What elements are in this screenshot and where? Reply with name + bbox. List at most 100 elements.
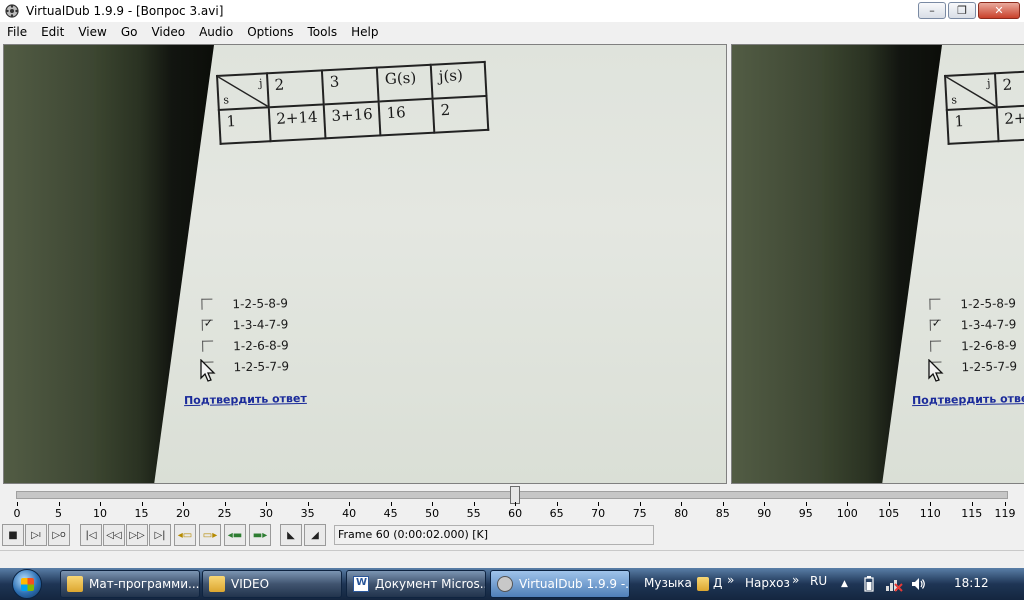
option-item: 1-3-4-7-9: [201, 313, 289, 336]
timeline-tick: [805, 502, 807, 506]
menu-tools[interactable]: Tools: [301, 22, 345, 42]
timeline-tick: [1005, 502, 1006, 506]
play-output-icon[interactable]: ▷ O: [48, 524, 70, 546]
prev-scene-icon[interactable]: ◂▬: [224, 524, 246, 546]
folder-icon: [209, 576, 225, 592]
mark-out-icon[interactable]: ◢: [304, 524, 326, 546]
frame-table: j s 2 3 G(s) j(s) 1 2+14 3+16 16 2: [216, 61, 490, 145]
taskbar-item-label: VirtualDub 1.9.9 -...: [519, 577, 630, 591]
taskbar-item[interactable]: Документ Micros...: [346, 570, 486, 598]
checkbox-icon: [929, 298, 941, 310]
taskbar-item-label: Документ Micros...: [375, 577, 486, 591]
timeline-tick-label: 115: [961, 507, 983, 520]
show-hidden-icons-icon[interactable]: ▲: [841, 579, 848, 589]
output-video-pane[interactable]: j s 2 3 G(s) j(s) 1 2+14 3+16 16 2 1-: [731, 44, 1024, 484]
option-item: 1-2-5-8-9: [201, 292, 288, 315]
table-corner-cell: j s: [217, 73, 269, 110]
go-end-icon[interactable]: ▷|: [149, 524, 171, 546]
timeline-tick: [141, 502, 143, 506]
taskbar-item[interactable]: VIDEO: [202, 570, 342, 598]
mouse-cursor-icon: [200, 358, 216, 386]
option-label: 1-2-6-8-9: [961, 337, 1017, 353]
virtualdub-app-icon[interactable]: [4, 3, 20, 19]
timeline-tick-label: 110: [919, 507, 941, 520]
volume-icon[interactable]: [910, 576, 925, 592]
chevron-right-icon[interactable]: »: [727, 573, 734, 587]
taskbar-item[interactable]: Мат-программи...: [60, 570, 200, 598]
timeline-tick-label: 105: [878, 507, 900, 520]
mouse-cursor-icon: [928, 358, 944, 386]
menu-go[interactable]: Go: [114, 22, 145, 42]
next-keyframe-icon[interactable]: ▭▸: [199, 524, 221, 546]
table-cell: 3+16: [323, 101, 381, 139]
start-button[interactable]: [6, 568, 48, 600]
timeline-tick: [930, 502, 932, 506]
option-label: 1-2-5-7-9: [961, 358, 1018, 374]
folder-icon[interactable]: [697, 577, 709, 591]
timeline-tick-label: 40: [342, 507, 357, 520]
timeline-tick: [100, 502, 102, 506]
frame-background-left: [732, 45, 832, 483]
table-cell: 2+14: [996, 104, 1024, 142]
table-cell: 2+14: [268, 104, 326, 142]
chevron-right-icon[interactable]: »: [792, 573, 799, 587]
toolbar-music-folder[interactable]: Д: [713, 576, 722, 590]
mark-in-icon[interactable]: ◣: [280, 524, 302, 546]
menu-options[interactable]: Options: [240, 22, 300, 42]
step-forward-icon[interactable]: ▷▷: [126, 524, 148, 546]
timeline-tick: [681, 502, 683, 506]
menu-edit[interactable]: Edit: [34, 22, 71, 42]
video-panes: j s 2 3 G(s) j(s) 1 2+14 3+16 16 2 1-2-5…: [0, 42, 1024, 486]
option-item: 1-3-4-7-9: [929, 313, 1017, 336]
frame-background-left: [4, 45, 104, 483]
close-button[interactable]: ✕: [978, 2, 1020, 19]
timeline-tick: [473, 502, 475, 506]
timeline-tick: [847, 502, 849, 506]
timeline-tick-label: 55: [466, 507, 481, 520]
timeline-tick: [888, 502, 890, 506]
timeline-tick-label: 80: [674, 507, 689, 520]
checkbox-icon: [930, 340, 942, 352]
battery-icon[interactable]: [864, 576, 878, 592]
option-label: 1-2-5-7-9: [233, 358, 290, 374]
checkbox-icon: [202, 340, 214, 352]
frame-table: j s 2 3 G(s) j(s) 1 2+14 3+16 16 2: [944, 61, 1024, 145]
table-header: G(s): [377, 64, 433, 102]
toolbar-narhoz[interactable]: Нархоз: [745, 576, 790, 590]
timeline-tick: [432, 502, 434, 506]
stop-icon[interactable]: ■: [2, 524, 24, 546]
maximize-button[interactable]: ❐: [948, 2, 976, 19]
go-start-icon[interactable]: |◁: [80, 524, 102, 546]
menu-file[interactable]: File: [0, 22, 34, 42]
timeline-tick: [307, 502, 309, 506]
timeline-tick-label: 70: [591, 507, 606, 520]
language-indicator[interactable]: RU: [810, 574, 827, 588]
timeline-tick-label: 35: [300, 507, 315, 520]
menu-view[interactable]: View: [71, 22, 113, 42]
system-clock[interactable]: 18:12: [954, 576, 989, 590]
menu-video[interactable]: Video: [144, 22, 192, 42]
next-scene-icon[interactable]: ▬▸: [249, 524, 271, 546]
timeline-tick-label: 75: [632, 507, 647, 520]
timeline-tick: [58, 502, 60, 506]
table-corner-cell: j s: [945, 73, 997, 110]
step-back-icon[interactable]: ◁◁: [103, 524, 125, 546]
input-video-pane[interactable]: j s 2 3 G(s) j(s) 1 2+14 3+16 16 2 1-2-5…: [3, 44, 727, 484]
menu-help[interactable]: Help: [344, 22, 385, 42]
timeline-tick-label: 65: [549, 507, 564, 520]
table-cell: 2: [432, 95, 489, 133]
checkbox-checked-icon: [201, 319, 213, 331]
option-item: 1-2-6-8-9: [930, 334, 1017, 357]
network-disconnected-icon[interactable]: [885, 576, 903, 592]
play-input-icon[interactable]: ▷ I: [25, 524, 47, 546]
table-cell: 1: [218, 107, 271, 144]
toolbar-music[interactable]: Музыка: [644, 576, 692, 590]
option-label: 1-3-4-7-9: [960, 316, 1017, 332]
timeline[interactable]: 0 5 10 15 20 25 30 35 40 45 50 55 60 65 70 75 80 85 90 95 10…: [0, 486, 1024, 522]
status-bar: [0, 550, 1024, 568]
table-corner-top: j: [986, 76, 991, 90]
minimize-button[interactable]: –: [918, 2, 946, 19]
taskbar-item-active[interactable]: VirtualDub 1.9.9 -...: [490, 570, 630, 598]
prev-keyframe-icon[interactable]: ◂▭: [174, 524, 196, 546]
menu-audio[interactable]: Audio: [192, 22, 240, 42]
